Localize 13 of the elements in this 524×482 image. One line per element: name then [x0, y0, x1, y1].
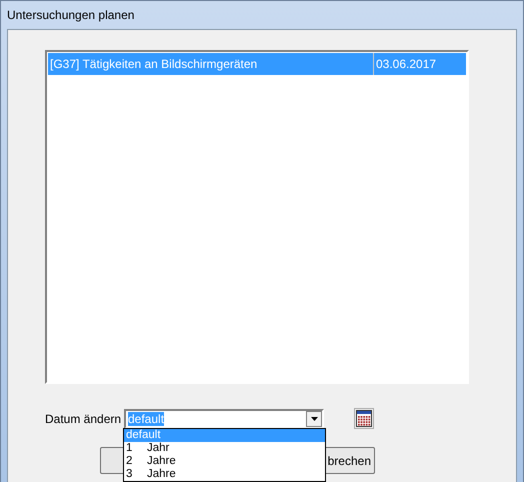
- calendar-button[interactable]: [354, 408, 374, 429]
- window-title: Untersuchungen planen: [6, 7, 136, 24]
- name-cell-text: [G37] Tätigkeiten an Bildschirmgeräten: [49, 56, 258, 73]
- date-combo-box[interactable]: default: [124, 408, 324, 428]
- field-label: Datum ändern: [45, 412, 122, 426]
- date-cell: 03.06.2017: [373, 53, 466, 75]
- dropdown-option[interactable]: default: [124, 429, 325, 442]
- calendar-icon: [356, 410, 372, 427]
- list-row[interactable]: [G37] Tätigkeiten an Bildschirmgeräten 03.06.2017: [48, 53, 466, 75]
- caret-icon: [310, 416, 318, 420]
- dropdown-button[interactable]: [306, 410, 322, 426]
- list-box[interactable]: [G37] Tätigkeiten an Bildschirmgeräten 03.06.2017: [45, 50, 469, 384]
- combo-value: default: [128, 412, 164, 426]
